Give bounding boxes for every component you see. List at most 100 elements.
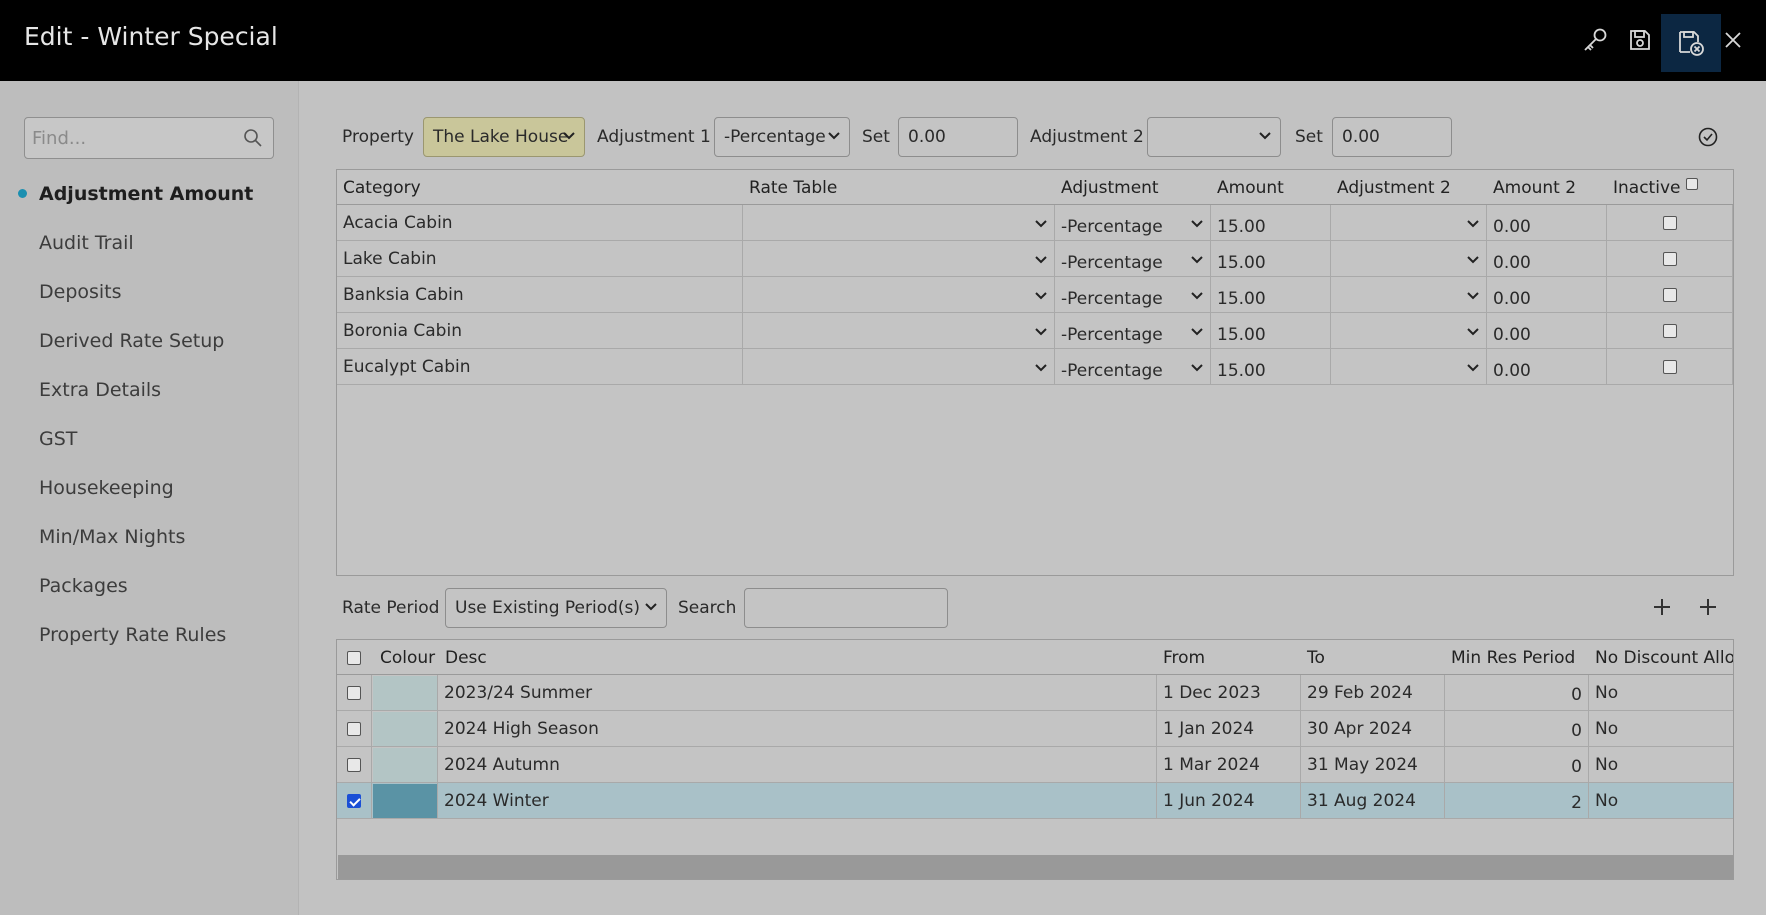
adjustment-value: -Percentage [1061, 325, 1163, 345]
adjustment1-select[interactable]: -Percentage [714, 117, 850, 157]
sidebar-item-audit-trail[interactable]: Audit Trail [39, 232, 134, 254]
category-cell: Lake Cabin [337, 241, 743, 277]
set2-input[interactable]: 0.00 [1332, 117, 1452, 157]
adjustment-select[interactable]: -Percentage [1055, 241, 1211, 277]
period-search-input[interactable] [744, 588, 948, 628]
sidebar-item-derived-rate-setup[interactable]: Derived Rate Setup [39, 330, 224, 352]
inactive-checkbox[interactable] [1663, 360, 1677, 374]
table-row[interactable]: Boronia Cabin -Percentage 15.00 0.00 [337, 313, 1733, 349]
inactive-checkbox[interactable] [1663, 216, 1677, 230]
rate-table-select[interactable] [743, 349, 1055, 385]
sidebar-item-extra-details[interactable]: Extra Details [39, 379, 161, 401]
adjustment2-select[interactable] [1331, 349, 1487, 385]
col-no-discount[interactable]: No Discount Allow [1595, 648, 1733, 668]
property-label: Property [342, 127, 414, 147]
adjustment2-select[interactable] [1331, 241, 1487, 277]
col-to[interactable]: To [1307, 648, 1325, 668]
col-amount2[interactable]: Amount 2 [1493, 178, 1576, 198]
col-min-res-period[interactable]: Min Res Period [1451, 648, 1575, 668]
check-circle-icon[interactable] [1697, 126, 1719, 153]
amount-input[interactable]: 15.00 [1211, 277, 1331, 313]
adjustment-value: -Percentage [1061, 253, 1163, 273]
rate-table-select[interactable] [743, 277, 1055, 313]
periods-table-header: Colour Desc From To Min Res Period No Di… [337, 640, 1733, 675]
rate-table-select[interactable] [743, 241, 1055, 277]
title-bar: Edit - Winter Special [0, 0, 1766, 81]
inactive-all-checkbox[interactable] [1685, 178, 1698, 190]
property-select[interactable]: The Lake House [423, 117, 585, 157]
from-cell: 1 Dec 2023 [1157, 675, 1301, 711]
adjustment-select[interactable]: -Percentage [1055, 277, 1211, 313]
row-checkbox[interactable] [347, 794, 361, 808]
save-close-icon[interactable] [1661, 14, 1721, 72]
sidebar-item-gst[interactable]: GST [39, 428, 77, 450]
sidebar-item-deposits[interactable]: Deposits [39, 281, 122, 303]
plus-icon[interactable] [1651, 596, 1673, 618]
amount2-input[interactable]: 0.00 [1487, 277, 1607, 313]
adjustment-select[interactable]: -Percentage [1055, 205, 1211, 241]
find-input[interactable] [25, 118, 225, 158]
sidebar-item-property-rate-rules[interactable]: Property Rate Rules [39, 624, 226, 646]
min-res-cell: 2 [1445, 783, 1589, 819]
save-icon[interactable] [1622, 22, 1658, 58]
col-adjustment[interactable]: Adjustment [1061, 178, 1159, 198]
table-row-selected[interactable]: 2024 Winter 1 Jun 2024 31 Aug 2024 2 No [337, 783, 1733, 819]
search-icon[interactable] [243, 128, 263, 153]
col-from[interactable]: From [1163, 648, 1205, 668]
set1-input[interactable]: 0.00 [898, 117, 1018, 157]
table-row[interactable]: Eucalypt Cabin -Percentage 15.00 0.00 [337, 349, 1733, 385]
chevron-down-icon [1467, 292, 1479, 300]
amount-input[interactable]: 15.00 [1211, 313, 1331, 349]
rate-table-select[interactable] [743, 205, 1055, 241]
close-icon[interactable] [1715, 22, 1751, 58]
row-checkbox[interactable] [347, 686, 361, 700]
col-category[interactable]: Category [343, 178, 421, 198]
adjustment2-select[interactable] [1331, 313, 1487, 349]
amount2-input[interactable]: 0.00 [1487, 349, 1607, 385]
amount2-input[interactable]: 0.00 [1487, 313, 1607, 349]
sidebar-item-adjustment-amount[interactable]: Adjustment Amount [39, 183, 253, 205]
inactive-checkbox[interactable] [1663, 288, 1677, 302]
table-row[interactable]: Lake Cabin -Percentage 15.00 0.00 [337, 241, 1733, 277]
chevron-down-icon [1035, 328, 1047, 336]
horizontal-scrollbar[interactable] [338, 855, 1733, 879]
min-res-cell: 0 [1445, 675, 1589, 711]
adjustment-select[interactable]: -Percentage [1055, 349, 1211, 385]
to-cell: 29 Feb 2024 [1301, 675, 1445, 711]
adjustment-select[interactable]: -Percentage [1055, 313, 1211, 349]
find-box[interactable] [24, 117, 274, 159]
select-all-checkbox[interactable] [347, 651, 361, 665]
adjustment2-select[interactable] [1331, 205, 1487, 241]
row-checkbox[interactable] [347, 758, 361, 772]
col-inactive[interactable]: Inactive [1613, 178, 1698, 198]
amount-input[interactable]: 15.00 [1211, 241, 1331, 277]
chevron-down-icon [645, 603, 657, 611]
adjustment2-select[interactable] [1331, 277, 1487, 313]
amount-input[interactable]: 15.00 [1211, 349, 1331, 385]
adjustment2-select[interactable] [1147, 117, 1281, 157]
col-amount[interactable]: Amount [1217, 178, 1284, 198]
sidebar-item-housekeeping[interactable]: Housekeeping [39, 477, 174, 499]
row-checkbox[interactable] [347, 722, 361, 736]
inactive-checkbox[interactable] [1663, 324, 1677, 338]
col-adjustment2[interactable]: Adjustment 2 [1337, 178, 1451, 198]
colour-swatch [373, 784, 437, 818]
rate-table-select[interactable] [743, 313, 1055, 349]
key-icon[interactable] [1577, 22, 1613, 58]
table-row[interactable]: 2023/24 Summer 1 Dec 2023 29 Feb 2024 0 … [337, 675, 1733, 711]
table-row[interactable]: 2024 Autumn 1 Mar 2024 31 May 2024 0 No [337, 747, 1733, 783]
rate-period-select[interactable]: Use Existing Period(s) [445, 588, 667, 628]
col-desc[interactable]: Desc [445, 648, 487, 668]
sidebar-item-min-max-nights[interactable]: Min/Max Nights [39, 526, 185, 548]
plus-icon[interactable] [1697, 596, 1719, 618]
amount2-input[interactable]: 0.00 [1487, 205, 1607, 241]
col-colour[interactable]: Colour [380, 648, 435, 668]
table-row[interactable]: Acacia Cabin -Percentage 15.00 0.00 [337, 205, 1733, 241]
amount-input[interactable]: 15.00 [1211, 205, 1331, 241]
table-row[interactable]: Banksia Cabin -Percentage 15.00 0.00 [337, 277, 1733, 313]
col-rate-table[interactable]: Rate Table [749, 178, 837, 198]
table-row[interactable]: 2024 High Season 1 Jan 2024 30 Apr 2024 … [337, 711, 1733, 747]
amount2-input[interactable]: 0.00 [1487, 241, 1607, 277]
inactive-checkbox[interactable] [1663, 252, 1677, 266]
sidebar-item-packages[interactable]: Packages [39, 575, 128, 597]
